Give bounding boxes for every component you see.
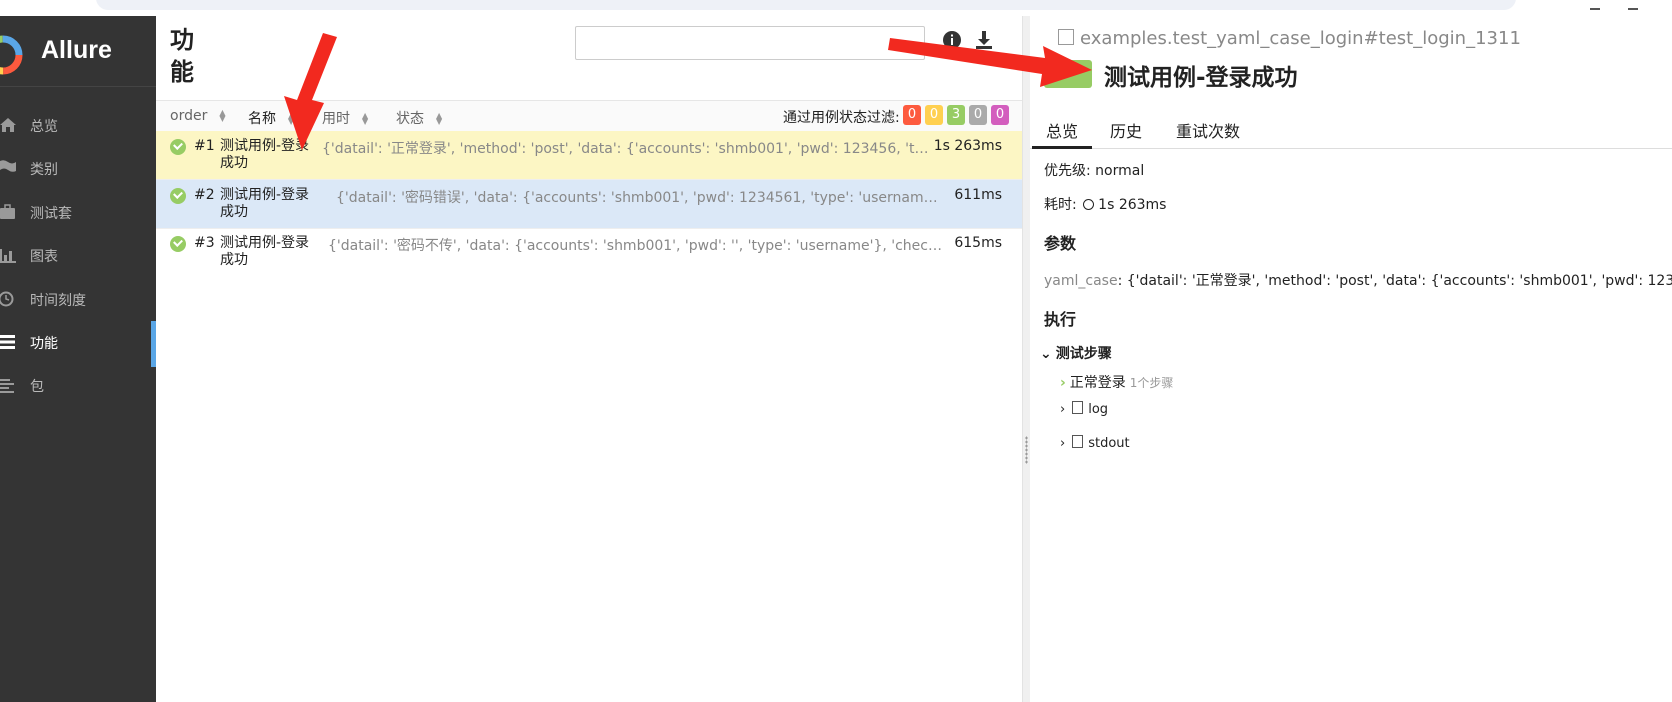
chevron-right-icon: ›	[1060, 436, 1066, 451]
tab-history[interactable]: 历史	[1110, 118, 1142, 142]
flag-icon	[0, 160, 16, 172]
filter-badge-broken[interactable]: 0	[925, 105, 943, 125]
sidebar-item-behaviors[interactable]: 功能	[0, 321, 156, 367]
filter-badge-failed[interactable]: 0	[903, 105, 921, 125]
home-icon	[0, 118, 16, 132]
chevron-right-icon: ›	[1060, 402, 1066, 417]
column-duration[interactable]: 用时 ▲ ▼	[322, 108, 370, 128]
sort-icon: ▲ ▼	[436, 111, 443, 126]
test-title: 测试用例-登录成功	[1104, 65, 1298, 91]
address-bar[interactable]	[96, 0, 1516, 10]
severity-row: 优先级: normal	[1044, 163, 1145, 179]
file-icon	[1072, 435, 1084, 448]
test-list-pane: 功能 order ▲ ▼ 名称 ▲ ▼ 用时 ▲ ▼ 状态 ▲ ▼ 通过用例状态过滤: 0 0 …	[156, 16, 1022, 702]
test-full-name: examples.test_yaml_case_login#test_login…	[1058, 28, 1521, 49]
sidebar: Allure 总览 类别 测试套 图表 时间刻度 功能 包	[0, 16, 156, 702]
table-row[interactable]: #3 测试用例-登录成功 {'datail': '密码不传', 'data': …	[156, 228, 1022, 276]
browser-toolbar	[0, 0, 1672, 16]
sidebar-item-label: 图表	[30, 249, 58, 265]
page-title: 功能	[170, 26, 194, 86]
sort-icon: ▲ ▼	[288, 111, 295, 126]
brand[interactable]: Allure	[0, 16, 156, 87]
passed-status-icon	[170, 139, 186, 155]
briefcase-icon	[0, 204, 15, 219]
drag-handle-icon[interactable]	[1025, 436, 1028, 464]
sidebar-item-packages[interactable]: 包	[0, 364, 156, 406]
browser-menu-icon[interactable]	[1628, 0, 1638, 10]
table-row[interactable]: #1 测试用例-登录成功 {'datail': '正常登录', 'method'…	[156, 131, 1022, 180]
sidebar-item-label: 时间刻度	[30, 293, 86, 309]
duration-row: 耗时: 1s 263ms	[1044, 197, 1167, 213]
status-badge	[1044, 60, 1092, 88]
passed-status-icon	[170, 188, 186, 204]
sort-icon: ▲ ▼	[219, 108, 226, 123]
tab-overview[interactable]: 总览	[1031, 118, 1093, 149]
chevron-right-icon: ›	[1060, 375, 1066, 391]
table-row[interactable]: #2 测试用例-登录成功 {'datail': '密码错误', 'data': …	[156, 180, 1022, 229]
sidebar-item-overview[interactable]: 总览	[0, 104, 156, 146]
column-name[interactable]: 名称 ▲ ▼	[248, 108, 296, 128]
bar-chart-icon	[0, 249, 16, 263]
attachment-item[interactable]: › stdout	[1060, 434, 1130, 451]
list-icon	[0, 335, 15, 349]
params-heading: 参数	[1044, 234, 1077, 253]
chevron-down-icon: ⌄	[1040, 346, 1052, 362]
detail-tabs: 总览 历史 重试次数	[1030, 106, 1672, 149]
sort-icon: ▲ ▼	[362, 111, 369, 126]
browser-menu-icon[interactable]	[1590, 0, 1600, 10]
sidebar-item-label: 包	[30, 379, 44, 395]
sidebar-item-timeline[interactable]: 时间刻度	[0, 278, 156, 320]
filter-badge-skipped[interactable]: 0	[969, 105, 987, 125]
execution-heading: 执行	[1044, 310, 1077, 329]
table-header: order ▲ ▼ 名称 ▲ ▼ 用时 ▲ ▼ 状态 ▲ ▼ 通过用例状态过滤: 0 0 3 0…	[156, 100, 1022, 132]
filter-badge-passed[interactable]: 3	[947, 105, 965, 125]
test-detail-pane: examples.test_yaml_case_login#test_login…	[1030, 16, 1672, 702]
file-icon	[1072, 401, 1084, 414]
column-order[interactable]: order ▲ ▼	[170, 108, 227, 124]
sidebar-item-label: 类别	[30, 162, 58, 178]
align-left-icon	[0, 379, 14, 393]
passed-status-icon	[170, 236, 186, 252]
clock-icon	[0, 291, 14, 307]
sidebar-item-suites[interactable]: 测试套	[0, 191, 156, 233]
brand-title: Allure	[41, 36, 112, 64]
info-icon[interactable]	[942, 30, 962, 50]
sidebar-item-categories[interactable]: 类别	[0, 147, 156, 189]
copy-icon[interactable]	[1058, 29, 1074, 45]
attachment-item[interactable]: › log	[1060, 400, 1108, 417]
step-item[interactable]: › 正常登录 1个步骤	[1060, 372, 1173, 392]
tab-retries[interactable]: 重试次数	[1176, 118, 1240, 142]
column-status[interactable]: 状态 ▲ ▼	[396, 108, 444, 128]
download-icon[interactable]	[974, 30, 994, 50]
steps-section-toggle[interactable]: ⌄ 测试步骤	[1040, 343, 1112, 363]
sidebar-item-graphs[interactable]: 图表	[0, 234, 156, 276]
sidebar-item-label: 功能	[30, 336, 58, 352]
filter-badge-unknown[interactable]: 0	[991, 105, 1009, 125]
search-input[interactable]	[575, 26, 925, 60]
sidebar-item-label: 测试套	[30, 206, 72, 222]
status-filter-label: 通过用例状态过滤:	[783, 110, 900, 126]
clock-icon	[1083, 199, 1095, 210]
param-row: yaml_case: {'datail': '正常登录', 'method': …	[1044, 273, 1672, 289]
sidebar-item-label: 总览	[30, 119, 58, 135]
allure-logo-icon	[0, 35, 23, 75]
